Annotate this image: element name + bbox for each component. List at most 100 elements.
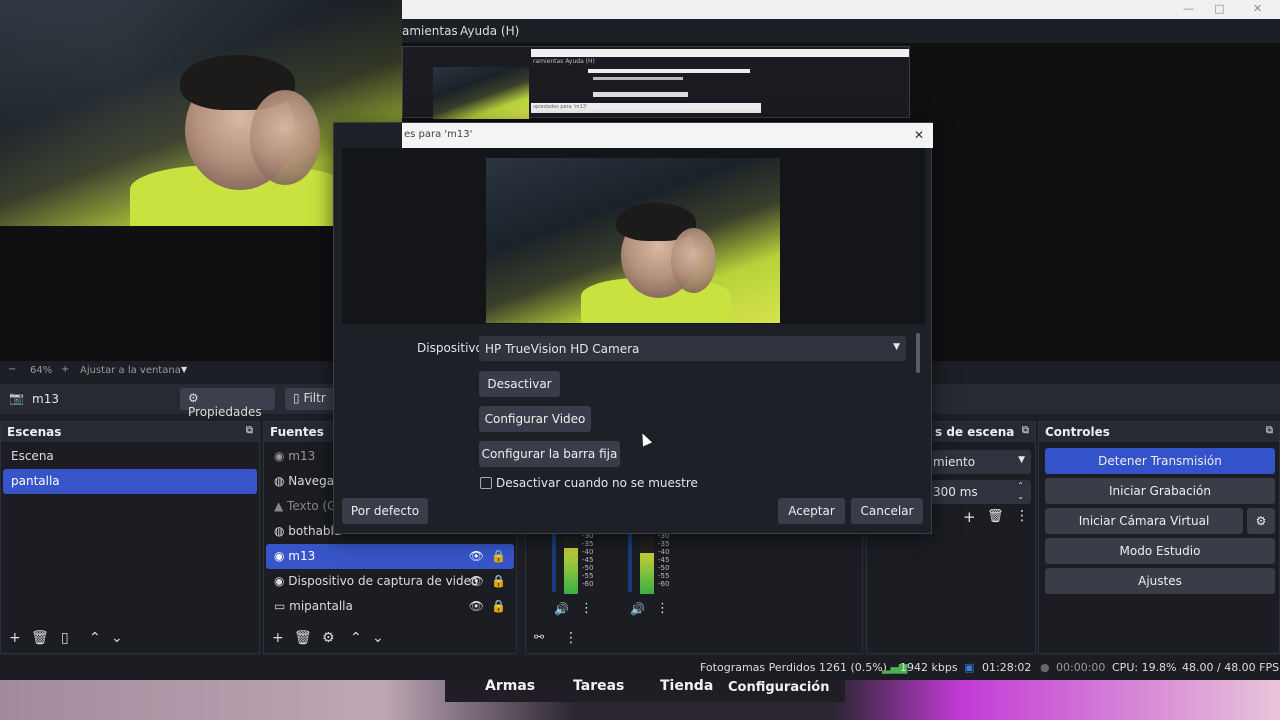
duration-spinbox[interactable]: 300 ms ⌃ ⌄ xyxy=(931,480,1031,504)
stop-streaming-button[interactable]: Detener Transmisión xyxy=(1045,448,1275,474)
selected-source-name: m13 xyxy=(32,392,59,406)
settings-button[interactable]: Ajustes xyxy=(1045,568,1275,594)
stream-time: 01:28:02 xyxy=(982,661,1032,674)
globe-icon: ◍ xyxy=(274,474,289,488)
scene-label: Escena xyxy=(11,449,54,463)
properties-button[interactable]: ⚙ Propiedades xyxy=(180,388,275,419)
undock-icon[interactable]: ⧉ xyxy=(246,425,253,436)
dropped-frames: Fotogramas Perdidos 1261 (0.5%) xyxy=(700,661,887,674)
more-vertical-icon[interactable]: ⋮ xyxy=(1015,508,1029,524)
zoom-in-button[interactable]: + xyxy=(61,364,69,375)
add-icon[interactable]: + xyxy=(963,508,976,526)
zoom-out-button[interactable]: − xyxy=(8,364,16,375)
dialog-preview xyxy=(342,148,925,324)
undock-icon[interactable]: ⧉ xyxy=(1266,425,1273,436)
properties-dialog: es para 'm13' ✕ Dispositivo HP TrueVisio… xyxy=(333,122,933,534)
transition-select[interactable]: miento ▼ xyxy=(931,450,1031,474)
trash-icon[interactable]: 🗑 xyxy=(294,630,312,646)
properties-label: Propiedades xyxy=(188,405,262,419)
nested-preview: ramientas Ayuda (H) opiedades para 'm13' xyxy=(402,46,910,119)
speaker-icon[interactable]: 🔊 xyxy=(630,602,645,616)
game-tab-weapons[interactable]: Armas xyxy=(485,678,535,694)
scene-item-selected[interactable]: pantalla xyxy=(3,469,257,494)
source-item[interactable]: ◉ Dispositivo de captura de video 👁 🔒 xyxy=(266,569,514,594)
filter-icon: ▯ xyxy=(293,391,300,405)
zoom-controls: − 64% + Ajustar a la ventana ▼ xyxy=(0,362,340,380)
eye-icon[interactable]: 👁 xyxy=(469,574,484,588)
record-icon: ● xyxy=(1040,661,1050,674)
camera-icon: ◉ xyxy=(274,549,289,563)
device-value: HP TrueVision HD Camera xyxy=(485,342,640,356)
device-select[interactable]: HP TrueVision HD Camera ▼ xyxy=(479,336,906,361)
eye-icon[interactable]: 👁 xyxy=(469,549,484,563)
scenes-dock: Escenas ⧉ Escena pantalla + 🗑 ▯ ⌃ ⌄ xyxy=(0,421,260,654)
close-icon[interactable]: ✕ xyxy=(914,128,924,142)
filters-label: Filtr xyxy=(303,391,326,405)
source-item[interactable]: ▭ mipantalla 👁 🔒 xyxy=(266,594,514,619)
scene-label: pantalla xyxy=(11,474,60,488)
maximize-button[interactable]: □ xyxy=(1214,2,1224,15)
source-label: m13 xyxy=(288,449,316,463)
deactivate-button[interactable]: Desactivar xyxy=(479,371,560,397)
down-arrow-icon[interactable]: ⌄ xyxy=(372,630,384,646)
studio-mode-button[interactable]: Modo Estudio xyxy=(1045,538,1275,564)
source-label: m13 xyxy=(288,549,316,563)
more-vertical-icon[interactable]: ⋮ xyxy=(656,601,669,616)
gear-icon[interactable]: ⚙ xyxy=(322,630,335,646)
deactivate-hidden-checkbox[interactable] xyxy=(480,477,492,489)
configure-crossbar-button[interactable]: Configurar la barra fija xyxy=(479,441,620,467)
game-tab-settings[interactable]: Configuración xyxy=(728,680,829,695)
game-tab-tasks[interactable]: Tareas xyxy=(573,678,624,694)
filter-icon[interactable]: ▯ xyxy=(61,630,69,646)
minimize-button[interactable]: — xyxy=(1183,2,1194,15)
scene-item[interactable]: Escena xyxy=(3,444,257,469)
deactivate-hidden-label: Desactivar cuando no se muestre xyxy=(496,476,698,490)
defaults-button[interactable]: Por defecto xyxy=(342,498,428,524)
trash-icon[interactable]: 🗑 xyxy=(31,630,49,646)
text-icon: ▲ xyxy=(274,499,288,513)
up-arrow-icon[interactable]: ⌃ xyxy=(350,630,362,646)
lock-icon[interactable]: 🔒 xyxy=(491,574,506,588)
filters-button[interactable]: ▯ Filtr xyxy=(285,388,340,410)
undock-icon[interactable]: ⧉ xyxy=(1022,425,1029,436)
virtual-camera-settings-button[interactable]: ⚙ xyxy=(1247,508,1275,534)
menu-help[interactable]: Ayuda (H) xyxy=(460,24,519,38)
chevron-down-icon[interactable]: ▼ xyxy=(181,365,187,374)
zoom-level: 64% xyxy=(30,365,53,376)
add-icon[interactable]: + xyxy=(9,630,21,646)
start-virtual-camera-button[interactable]: Iniciar Cámara Virtual xyxy=(1045,508,1243,534)
controls-title: Controles xyxy=(1045,425,1110,439)
menu-tools[interactable]: amientas xyxy=(402,24,458,38)
cancel-button[interactable]: Cancelar xyxy=(851,498,923,524)
camera-icon: 📷 xyxy=(9,391,24,405)
stepper-icon[interactable]: ⌃ ⌄ xyxy=(1017,480,1024,502)
chevron-down-icon: ▼ xyxy=(1018,455,1025,465)
record-time: 00:00:00 xyxy=(1056,661,1106,674)
link-icon[interactable]: ⚯ xyxy=(534,630,544,644)
camera-icon: ◉ xyxy=(274,574,289,588)
device-label: Dispositivo xyxy=(417,341,483,355)
fit-window-label[interactable]: Ajustar a la ventana xyxy=(80,365,181,376)
dialog-title: es para 'm13' xyxy=(402,123,933,148)
up-arrow-icon[interactable]: ⌃ xyxy=(89,630,101,646)
menu-bar: amientas Ayuda (H) xyxy=(402,19,1280,43)
eye-icon[interactable]: 👁 xyxy=(469,599,484,613)
more-vertical-icon[interactable]: ⋮ xyxy=(580,601,593,616)
more-vertical-icon[interactable]: ⋮ xyxy=(564,630,578,646)
source-label: Dispositivo de captura de video xyxy=(288,574,479,588)
close-window-button[interactable]: ✕ xyxy=(1253,2,1262,15)
bitrate: 1942 kbps xyxy=(900,661,958,674)
ok-button[interactable]: Aceptar xyxy=(778,498,845,524)
configure-video-button[interactable]: Configurar Video xyxy=(479,406,591,432)
start-recording-button[interactable]: Iniciar Grabación xyxy=(1045,478,1275,504)
add-icon[interactable]: + xyxy=(272,630,284,646)
trash-icon[interactable]: 🗑 xyxy=(987,509,1004,524)
audio-meter xyxy=(640,536,654,594)
scrollbar[interactable] xyxy=(916,333,920,373)
source-item-selected[interactable]: ◉ m13 👁 🔒 xyxy=(266,544,514,569)
lock-icon[interactable]: 🔒 xyxy=(491,599,506,613)
lock-icon[interactable]: 🔒 xyxy=(491,549,506,563)
down-arrow-icon[interactable]: ⌄ xyxy=(111,630,123,646)
game-tab-store[interactable]: Tienda xyxy=(660,678,713,694)
speaker-icon[interactable]: 🔊 xyxy=(554,602,569,616)
